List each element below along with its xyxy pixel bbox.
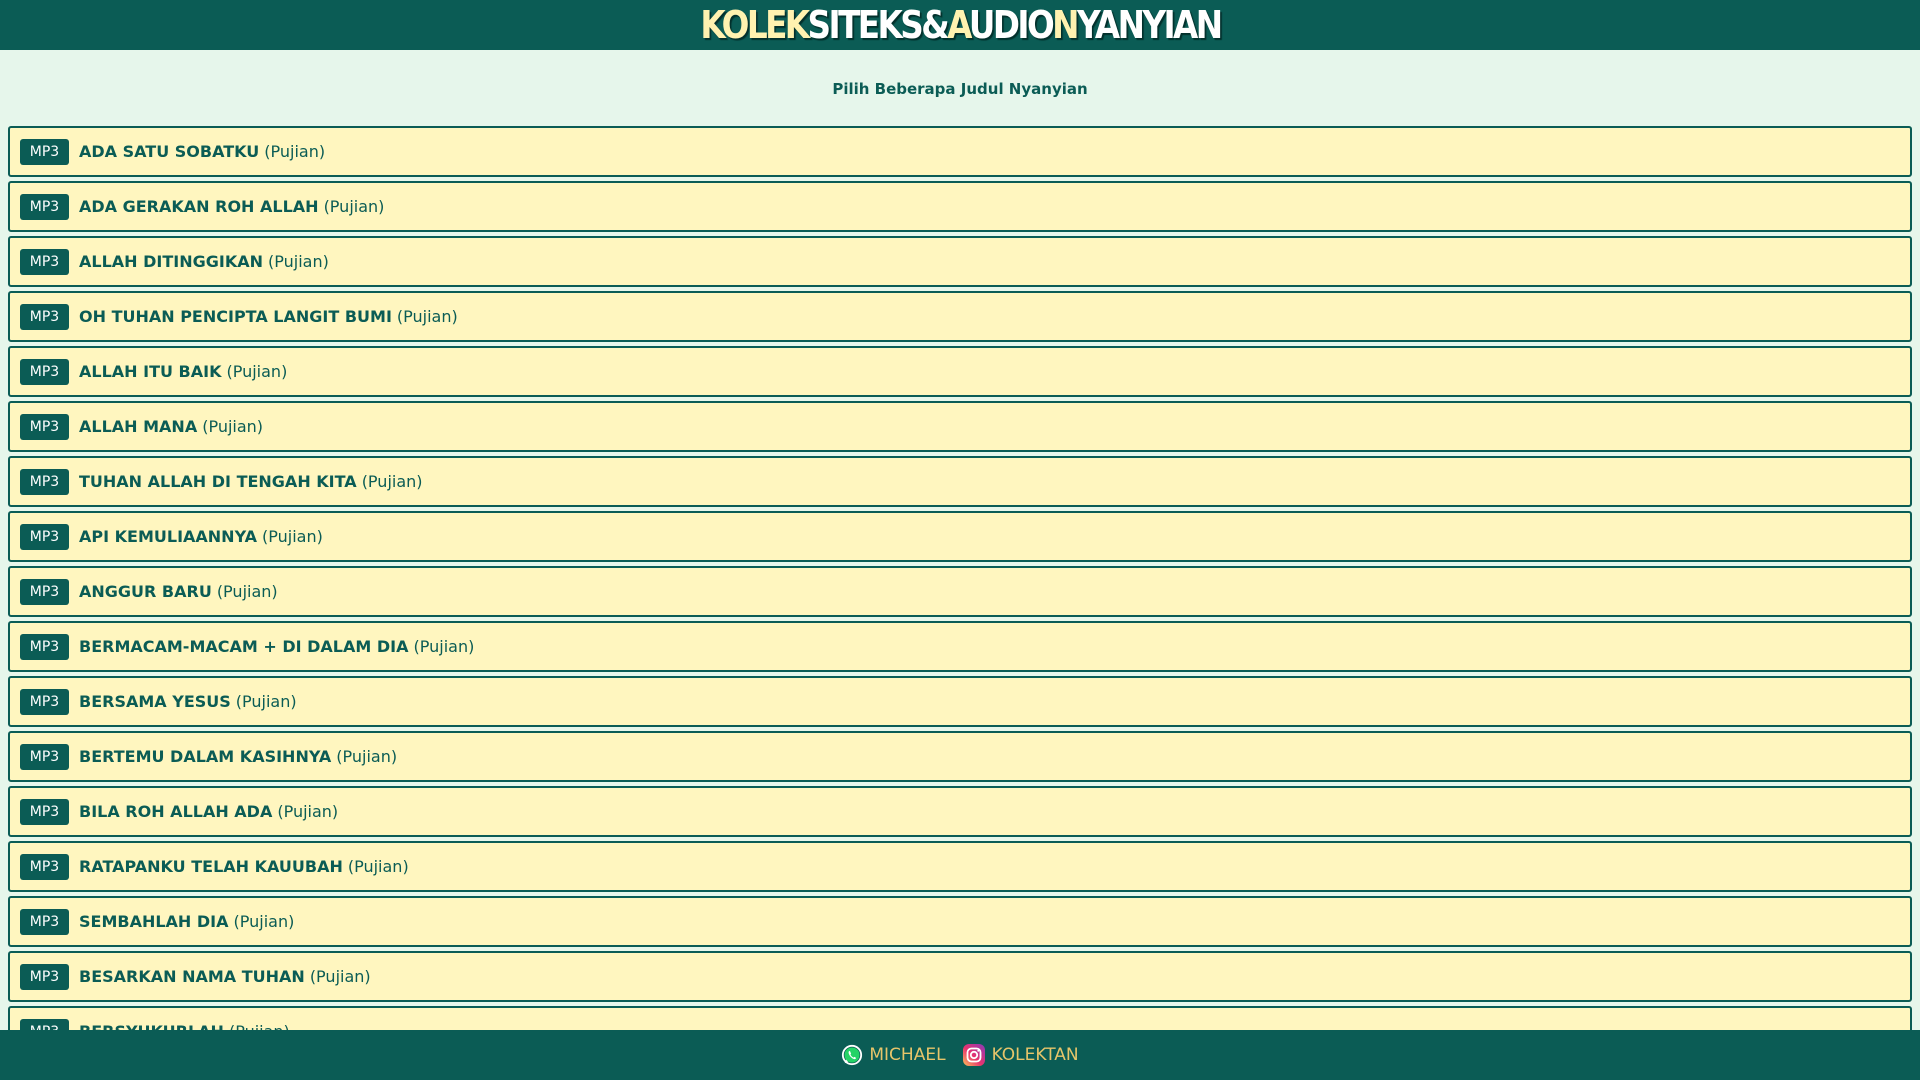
song-list-item[interactable]: MP3 BERTEMU DALAM KASIHNYA (Pujian) [8, 731, 1912, 782]
song-category: (Pujian) [262, 527, 323, 546]
song-category: (Pujian) [347, 857, 409, 876]
logo-segment: N [1051, 3, 1079, 47]
song-title: ADA GERAKAN ROH ALLAH [79, 197, 319, 216]
logo-segment: A [946, 3, 971, 47]
song-category: (Pujian) [235, 692, 297, 711]
mp3-badge[interactable]: MP3 [20, 798, 69, 825]
song-list-item[interactable]: MP3 BERSYUKURLAH (Pujian) [8, 1006, 1912, 1030]
instagram-icon [962, 1044, 985, 1066]
song-title: BESARKAN NAMA TUHAN [79, 967, 305, 986]
song-title: BERMACAM-MACAM + DI DALAM DIA [79, 637, 409, 656]
mp3-badge[interactable]: MP3 [20, 138, 69, 165]
song-title: BILA ROH ALLAH ADA [79, 802, 273, 821]
song-list-item[interactable]: MP3 BILA ROH ALLAH ADA (Pujian) [8, 786, 1912, 837]
song-title: TUHAN ALLAH DI TENGAH KITA [79, 472, 357, 491]
mp3-badge[interactable]: MP3 [20, 633, 69, 660]
whatsapp-contact-label: MICHAEL [869, 1045, 946, 1065]
song-category: (Pujian) [413, 637, 475, 656]
song-title: ANGGUR BARU [79, 582, 212, 601]
song-list-item[interactable]: MP3 OH TUHAN PENCIPTA LANGIT BUMI (Pujian) [8, 291, 1912, 342]
song-category: (Pujian) [216, 582, 278, 601]
song-title: API KEMULIAANNYA [79, 527, 258, 546]
mp3-badge[interactable]: MP3 [20, 963, 69, 990]
mp3-badge[interactable]: MP3 [20, 1018, 69, 1030]
song-list-item[interactable]: MP3 SEMBAHLAH DIA (Pujian) [8, 896, 1912, 947]
song-category: (Pujian) [336, 747, 398, 766]
logo-segment: SITEKS& [807, 3, 949, 47]
mp3-badge[interactable]: MP3 [20, 523, 69, 550]
song-list-item[interactable]: MP3 API KEMULIAANNYA (Pujian) [8, 511, 1912, 562]
song-category: (Pujian) [202, 417, 264, 436]
mp3-badge[interactable]: MP3 [20, 468, 69, 495]
song-category: (Pujian) [361, 472, 423, 491]
song-list-item[interactable]: MP3 BERSAMA YESUS (Pujian) [8, 676, 1912, 727]
song-category: (Pujian) [309, 967, 371, 986]
song-title: SEMBAHLAH DIA [79, 912, 229, 931]
song-list-item[interactable]: MP3 ADA GERAKAN ROH ALLAH (Pujian) [8, 181, 1912, 232]
whatsapp-contact-link[interactable]: MICHAEL [841, 1044, 946, 1066]
song-list-item[interactable]: MP3 ANGGUR BARU (Pujian) [8, 566, 1912, 617]
song-category: (Pujian) [277, 802, 339, 821]
song-title: BERSYUKURLAH [79, 1022, 224, 1030]
song-list-item[interactable]: MP3 RATAPANKU TELAH KAUUBAH (Pujian) [8, 841, 1912, 892]
song-title: ALLAH ITU BAIK [79, 362, 222, 381]
mp3-badge[interactable]: MP3 [20, 358, 69, 385]
logo-segment: UDIO [968, 3, 1054, 47]
song-title: BERSAMA YESUS [79, 692, 231, 711]
song-title: ALLAH MANA [79, 417, 198, 436]
mp3-badge[interactable]: MP3 [20, 908, 69, 935]
song-list-item[interactable]: MP3 TUHAN ALLAH DI TENGAH KITA (Pujian) [8, 456, 1912, 507]
song-category: (Pujian) [323, 197, 385, 216]
song-list-item[interactable]: MP3 ALLAH DITINGGIKAN (Pujian) [8, 236, 1912, 287]
site-logo[interactable]: KOLEKSITEKS&AUDIONYANYIAN [699, 0, 1223, 50]
song-list-item[interactable]: MP3 ALLAH MANA (Pujian) [8, 401, 1912, 452]
whatsapp-icon [842, 1044, 863, 1066]
mp3-badge[interactable]: MP3 [20, 248, 69, 275]
song-list-item[interactable]: MP3 ALLAH ITU BAIK (Pujian) [8, 346, 1912, 397]
song-title: ALLAH DITINGGIKAN [79, 252, 263, 271]
site-footer: MICHAEL KOLEKTAN [0, 1030, 1920, 1080]
mp3-badge[interactable]: MP3 [20, 303, 69, 330]
mp3-badge[interactable]: MP3 [20, 413, 69, 440]
song-category: (Pujian) [268, 252, 329, 271]
song-list-item[interactable]: MP3 BESARKAN NAMA TUHAN (Pujian) [8, 951, 1912, 1002]
song-title: BERTEMU DALAM KASIHNYA [79, 747, 332, 766]
instagram-contact-label: KOLEKTAN [991, 1045, 1079, 1065]
site-header: KOLEKSITEKS&AUDIONYANYIAN [0, 0, 1920, 50]
song-category: (Pujian) [229, 1022, 290, 1030]
song-category: (Pujian) [396, 307, 458, 326]
logo-segment: KOLEK [699, 3, 810, 47]
song-list-item[interactable]: MP3 BERMACAM-MACAM + DI DALAM DIA (Pujian) [8, 621, 1912, 672]
mp3-badge[interactable]: MP3 [20, 688, 69, 715]
song-category: (Pujian) [264, 142, 326, 161]
page-subtitle: Pilih Beberapa Judul Nyanyian [832, 80, 1088, 98]
mp3-badge[interactable]: MP3 [20, 578, 69, 605]
song-list: MP3 ADA SATU SOBATKU (Pujian) MP3 ADA GERAKA… [8, 126, 1912, 1030]
song-title: OH TUHAN PENCIPTA LANGIT BUMI [79, 307, 392, 326]
song-title: RATAPANKU TELAH KAUUBAH [79, 857, 343, 876]
mp3-badge[interactable]: MP3 [20, 193, 69, 220]
song-category: (Pujian) [226, 362, 288, 381]
instagram-contact-link[interactable]: KOLEKTAN [962, 1043, 1079, 1067]
song-title: ADA SATU SOBATKU [79, 142, 260, 161]
mp3-badge[interactable]: MP3 [20, 743, 69, 770]
logo-segment: YANYIAN [1076, 3, 1223, 47]
song-category: (Pujian) [233, 912, 295, 931]
mp3-badge[interactable]: MP3 [20, 853, 69, 880]
song-list-item[interactable]: MP3 ADA SATU SOBATKU (Pujian) [8, 126, 1912, 177]
